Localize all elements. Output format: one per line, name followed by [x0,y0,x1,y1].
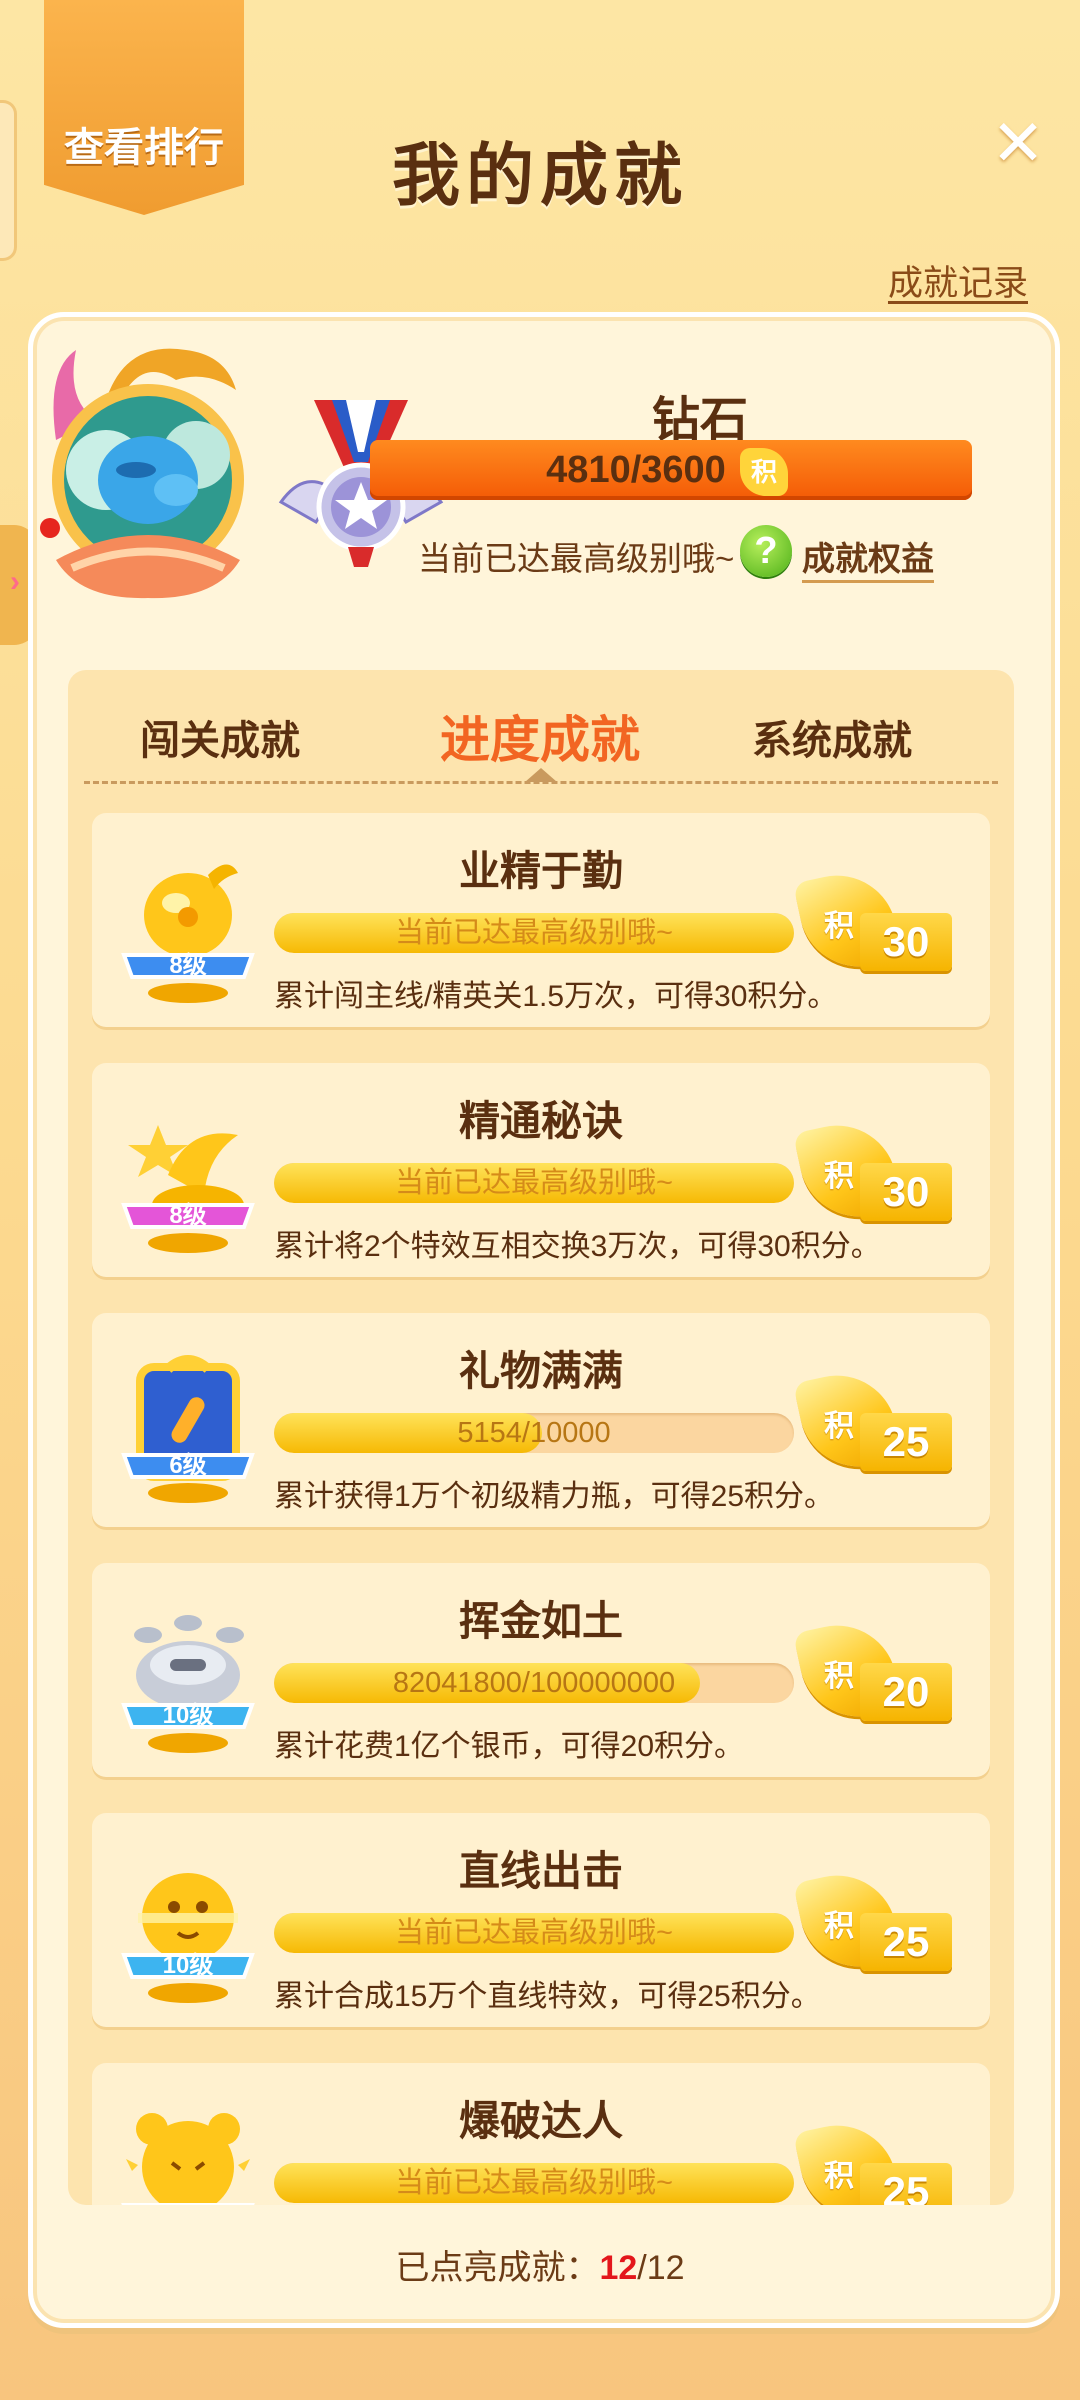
lit-achievements-count: 12 [599,2249,638,2287]
level-badge-text: 10级 [163,1701,214,1729]
reward-points-value: 30 [882,918,930,965]
level-badge-text: 10级 [163,1951,214,1979]
points-ji-label: 积 [824,1660,854,1693]
achievement-progress-bar: 当前已达最高级别哦~ [274,1163,794,1203]
reward-points-badge: 积 25 [793,2114,952,2205]
points-leaf-icon: 积 [740,448,788,496]
achievement-list-panel: 闯关成就 进度成就 系统成就 8级 业精于勤 当前已达最高级别哦~ 累计闯主线/精英关… [68,670,1014,2205]
level-badge-text: 6级 [169,1451,206,1479]
lit-achievements-summary: 已点亮成就：12/12 [0,2240,1080,2289]
close-icon[interactable]: ✕ [985,110,1051,176]
lit-achievements-label: 已点亮成就： [395,2249,600,2287]
achievement-progress-text: 当前已达最高级别哦~ [395,1167,673,1199]
reward-points-badge: 积 20 [793,1614,952,1733]
achievement-record-link[interactable]: 成就记录 [888,255,1028,306]
points-ji-label: 积 [824,2160,854,2193]
points-ji-label: 积 [824,910,854,943]
achievement-card[interactable]: 8级 业精于勤 当前已达最高级别哦~ 累计闯主线/精英关1.5万次，可得30积分。积 3… [92,813,990,1027]
reward-points-badge: 积 25 [793,1864,952,1983]
achievement-card[interactable]: 10级 直线出击 当前已达最高级别哦~ 累计合成15万个直线特效，可得25积分。积 25 [92,1813,990,2027]
achievement-progress-bar: 82041800/100000000 [274,1663,794,1703]
achievement-progress-bar: 当前已达最高级别哦~ [274,1913,794,1953]
points-ji-label: 积 [824,1910,854,1943]
achievement-description: 累计获得1万个初级精力瓶，可得25积分。 [274,1480,835,1513]
avatar [40,348,244,599]
help-icon[interactable]: ? [740,525,792,577]
level-progress-text: 4810/3600 [546,449,726,491]
level-badge-text: 8级 [169,1201,206,1229]
level-progress-bar: 4810/3600 [370,440,972,500]
achievement-description: 累计花费1亿个银币，可得20积分。 [274,1730,745,1763]
level-status-text: 当前已达最高级别哦~ [418,540,735,577]
achievement-description: 累计将2个特效互相交换3万次，可得30积分。 [274,1230,881,1263]
achievement-tabs: 闯关成就 进度成就 系统成就 [68,670,1014,785]
achievement-progress-bar: 当前已达最高级别哦~ [274,913,794,953]
tab-system-achievements[interactable]: 系统成就 [752,708,912,766]
achievement-description: 累计闯主线/精英关1.5万次，可得30积分。 [274,980,838,1013]
achievement-progress-text: 当前已达最高级别哦~ [395,2167,673,2199]
achievement-progress-text: 当前已达最高级别哦~ [395,917,673,949]
level-badge-text: 8级 [169,951,206,979]
achievement-progress-bar: 当前已达最高级别哦~ [274,2163,794,2203]
achievement-card[interactable]: 6级 礼物满满 5154/10000 累计获得1万个初级精力瓶，可得25积分。积 25 [92,1313,990,1527]
reward-points-value: 25 [882,2168,930,2205]
points-ji-label: 积 [824,1410,854,1443]
page-title: 我的成就 [391,138,688,214]
tab-level-achievements[interactable]: 闯关成就 [140,708,300,766]
reward-points-value: 30 [882,1168,930,1215]
reward-points-badge: 积 30 [793,1114,952,1233]
achievement-progress-bar: 5154/10000 [274,1413,794,1453]
achievement-progress-text: 当前已达最高级别哦~ [395,1917,673,1949]
total-achievements-count: /12 [637,2249,685,2287]
achievement-description: 累计合成15万个直线特效，可得25积分。 [274,1980,821,2013]
points-ji-label: 积 [824,1160,854,1193]
reward-points-badge: 积 30 [793,864,952,983]
reward-points-value: 20 [882,1668,930,1715]
achievement-card[interactable]: 10级 挥金如土 82041800/100000000 累计花费1亿个银币，可得20积… [92,1563,990,1777]
tab-progress-achievements[interactable]: 进度成就 [440,700,640,772]
achievement-progress-text: 5154/10000 [457,1417,611,1449]
achievement-card[interactable]: 8级 精通秘诀 当前已达最高级别哦~ 累计将2个特效互相交换3万次，可得30积分。积 3… [92,1063,990,1277]
achievement-benefit-link[interactable]: 成就权益 [802,532,934,583]
reward-points-badge: 积 25 [793,1364,952,1483]
achievement-progress-text: 82041800/100000000 [392,1667,676,1699]
reward-points-value: 25 [882,1418,930,1465]
tab-pointer [525,768,557,782]
chevron-right-icon: › [10,565,20,598]
achievement-card[interactable]: 爆破达人 当前已达最高级别哦~ 积 25 [92,2063,990,2205]
reward-points-value: 25 [882,1918,930,1965]
